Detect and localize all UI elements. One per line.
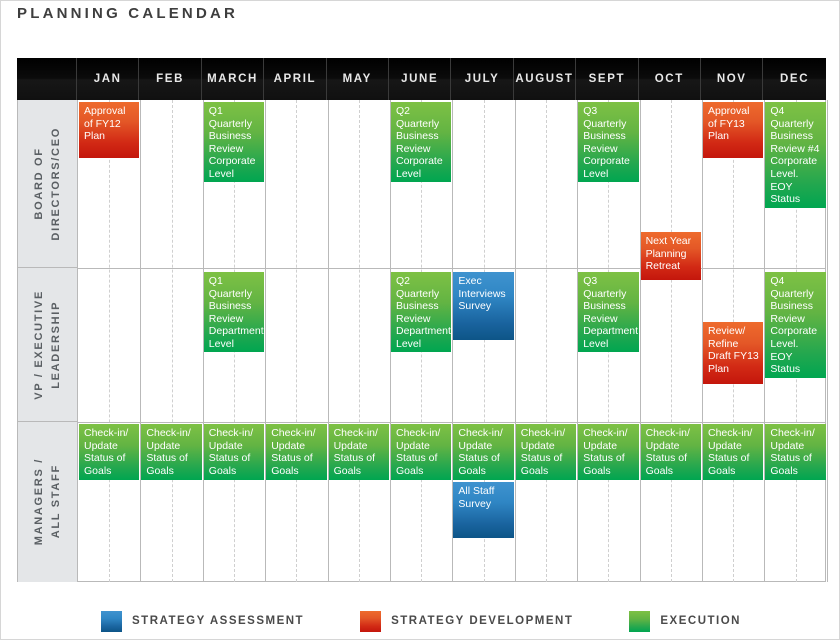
legend-swatch-strategy-assessment [101,610,123,632]
calendar-block-execution-june-row0[interactable]: Q2 Quarterly Business Review Corporate L… [391,102,452,182]
legend: STRATEGY ASSESSMENT STRATEGY DEVELOPMENT E… [1,608,840,634]
legend-item-strategy-assessment[interactable]: STRATEGY ASSESSMENT [101,610,305,632]
page-title: PLANNING CALENDAR [17,5,239,22]
legend-label: STRATEGY ASSESSMENT [132,615,305,627]
column-separator [514,100,516,582]
calendar-block-execution-june-row1[interactable]: Q2 Quarterly Business Review Department … [391,272,452,352]
legend-item-execution[interactable]: EXECUTION [629,610,741,632]
calendar-block-execution-march-row1[interactable]: Q1 Quarterly Business Review Department … [203,272,265,352]
calendar-block-execution-march-row0[interactable]: Q1 Quarterly Business Review Corporate L… [203,102,265,182]
mid-month-dashed-line [670,100,672,582]
row-separator [78,422,825,423]
mid-month-dashed-line [296,100,298,582]
row-label-1: VP / EXECUTIVE LEADERSHIP [18,268,78,422]
calendar-block-execution-sept-row0[interactable]: Q3 Quarterly Business Review Corporate L… [578,102,639,182]
calendar-block-execution-dec-row2[interactable]: Check-in/ Update Status of Goals [765,424,826,480]
row-label-2: MANAGERS / ALL STAFF [18,422,78,582]
row-separator [78,268,825,269]
calendar-block-strategy-development-jan-row0[interactable]: Approval of FY12 Plan [79,102,140,158]
calendar-block-execution-august-row2[interactable]: Check-in/ Update Status of Goals [515,424,577,480]
legend-item-strategy-development[interactable]: STRATEGY DEVELOPMENT [360,610,574,632]
column-separator [265,100,267,582]
month-header-august[interactable]: AUGUST [514,58,577,100]
month-header-oct[interactable]: OCT [639,58,701,100]
header-corner-cell [17,58,77,100]
calendar-block-execution-jan-row2[interactable]: Check-in/ Update Status of Goals [79,424,140,480]
row-label-text: MANAGERS / ALL STAFF [32,458,62,546]
calendar-block-execution-dec-row0[interactable]: Q4 Quarterly Business Review #4 Corporat… [765,102,826,208]
month-header-nov[interactable]: NOV [701,58,764,100]
column-separator [327,100,329,582]
calendar-block-execution-may-row2[interactable]: Check-in/ Update Status of Goals [328,424,389,480]
calendar-block-execution-feb-row2[interactable]: Check-in/ Update Status of Goals [141,424,202,480]
calendar-block-strategy-assessment-july-row1[interactable]: Exec Interviews Survey [453,272,514,340]
month-header-april[interactable]: APRIL [264,58,327,100]
calendar-block-execution-sept-row2[interactable]: Check-in/ Update Status of Goals [578,424,639,480]
column-separator [140,100,142,582]
calendar-block-strategy-assessment-july-row2[interactable]: All Staff Survey [453,482,514,538]
legend-label: EXECUTION [660,615,741,627]
row-label-text: BOARD OF DIRECTORS/CEO [32,126,62,241]
calendar-block-execution-sept-row1[interactable]: Q3 Quarterly Business Review Department … [578,272,639,352]
legend-label: STRATEGY DEVELOPMENT [391,615,574,627]
mid-month-dashed-line [546,100,547,582]
row-label-0: BOARD OF DIRECTORS/CEO [18,100,78,268]
month-header-jan[interactable]: JAN [77,58,140,100]
month-header-july[interactable]: JULY [451,58,514,100]
mid-month-dashed-line [109,100,111,582]
month-header-feb[interactable]: FEB [139,58,202,100]
month-header-may[interactable]: MAY [327,58,389,100]
planning-calendar-page: PLANNING CALENDAR JAN FEB MARCH APRIL MAY JUN… [0,0,840,640]
calendar-block-execution-march-row2[interactable]: Check-in/ Update Status of Goals [203,424,265,480]
month-header-dec[interactable]: DEC [763,58,825,100]
calendar-body: BOARD OF DIRECTORS/CEO VP / EXECUTIVE LEA… [17,100,828,582]
calendar-grid: JAN FEB MARCH APRIL MAY JUNE JULY AUGUST SEPT OCT… [17,58,828,582]
calendar-block-strategy-development-oct-row0[interactable]: Next Year Planning Retreat [640,232,701,280]
calendar-block-execution-july-row2[interactable]: Check-in/ Update Status of Goals [453,424,514,480]
mid-month-dashed-line [171,100,173,582]
calendar-block-strategy-development-nov-row1[interactable]: Review/ Refine Draft FY13 Plan [703,322,764,384]
column-separator [639,100,641,582]
legend-swatch-strategy-development [360,610,382,632]
calendar-block-execution-june-row2[interactable]: Check-in/ Update Status of Goals [391,424,452,480]
column-separator [826,100,828,582]
calendar-block-strategy-development-nov-row0[interactable]: Approval of FY13 Plan [703,102,764,158]
month-header-march[interactable]: MARCH [202,58,265,100]
calendar-block-execution-oct-row2[interactable]: Check-in/ Update Status of Goals [640,424,701,480]
mid-month-dashed-line [358,100,360,582]
legend-swatch-execution [629,610,651,632]
month-header-june[interactable]: JUNE [389,58,452,100]
calendar-block-execution-dec-row1[interactable]: Q4 Quarterly Business Review Corporate L… [765,272,826,378]
month-header-sept[interactable]: SEPT [576,58,639,100]
row-label-text: VP / EXECUTIVE LEADERSHIP [32,289,62,400]
calendar-header-row: JAN FEB MARCH APRIL MAY JUNE JULY AUGUST SEPT OCT… [17,58,826,100]
calendar-block-execution-april-row2[interactable]: Check-in/ Update Status of Goals [266,424,327,480]
calendar-block-execution-nov-row2[interactable]: Check-in/ Update Status of Goals [703,424,764,480]
